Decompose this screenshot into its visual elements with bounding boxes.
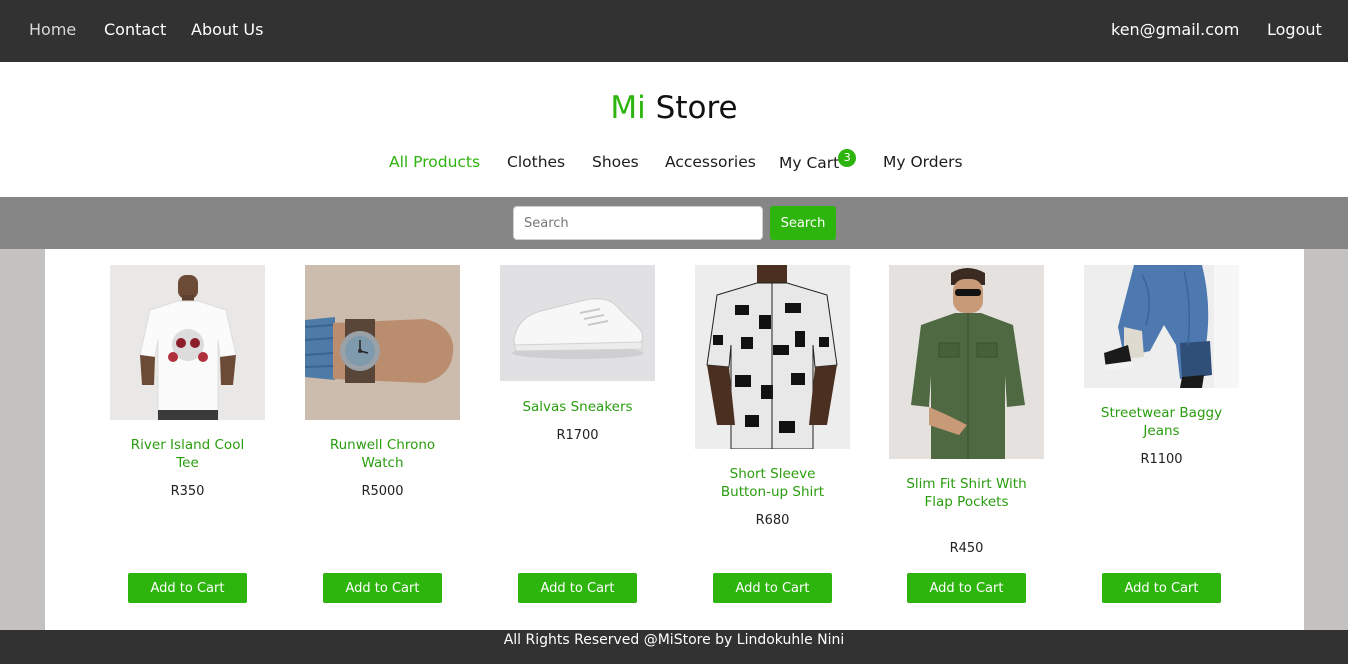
baggy-jeans-image[interactable] (1084, 265, 1239, 388)
category-all-products[interactable]: All Products (389, 153, 480, 171)
product-card: Short Sleeve Button-up Shirt R680 Add to… (695, 265, 850, 615)
nav-contact-link[interactable]: Contact (104, 20, 166, 39)
product-card: Salvas Sneakers R1700 Add to Cart (500, 265, 655, 615)
product-card: Runwell Chrono Watch R5000 Add to Cart (305, 265, 460, 615)
add-to-cart-button[interactable]: Add to Cart (713, 573, 832, 603)
store-logo[interactable]: Mi Store (0, 90, 1348, 126)
category-clothes[interactable]: Clothes (507, 153, 565, 171)
category-accessories[interactable]: Accessories (665, 153, 756, 171)
my-cart-label: My Cart (779, 154, 840, 172)
footer-text: All Rights Reserved @MiStore by Lindokuh… (503, 632, 845, 648)
product-name[interactable]: Slim Fit Shirt With Flap Pockets (899, 476, 1034, 511)
add-to-cart-button[interactable]: Add to Cart (323, 573, 442, 603)
product-price: R450 (949, 541, 984, 556)
product-name[interactable]: Short Sleeve Button-up Shirt (705, 466, 840, 501)
white-tshirt-image[interactable] (110, 265, 265, 420)
product-name[interactable]: Salvas Sneakers (510, 399, 645, 417)
my-cart-link[interactable]: My Cart 3 (779, 149, 857, 172)
green-shirt-image[interactable] (889, 265, 1044, 459)
product-card: Slim Fit Shirt With Flap Pockets R450 Ad… (889, 265, 1044, 615)
category-shoes[interactable]: Shoes (592, 153, 639, 171)
product-name[interactable]: Runwell Chrono Watch (315, 437, 450, 472)
product-price: R680 (755, 513, 790, 528)
nav-home-link[interactable]: Home (29, 20, 76, 39)
product-card: Streetwear Baggy Jeans R1100 Add to Cart (1084, 265, 1239, 615)
product-name[interactable]: River Island Cool Tee (120, 437, 255, 472)
add-to-cart-button[interactable]: Add to Cart (1102, 573, 1221, 603)
search-bar: Search (0, 197, 1348, 249)
logout-link[interactable]: Logout (1267, 20, 1322, 39)
white-sneaker-image[interactable] (500, 265, 655, 381)
cart-count-badge: 3 (838, 149, 857, 167)
add-to-cart-button[interactable]: Add to Cart (907, 573, 1026, 603)
top-navbar: Home Contact About Us ken@gmail.com Logo… (0, 0, 1348, 62)
add-to-cart-button[interactable]: Add to Cart (128, 573, 247, 603)
store-header: Mi Store All Products Clothes Shoes Acce… (0, 62, 1348, 197)
my-orders-link[interactable]: My Orders (883, 153, 963, 171)
search-button[interactable]: Search (770, 206, 836, 240)
product-name[interactable]: Streetwear Baggy Jeans (1094, 405, 1229, 440)
product-price: R5000 (361, 484, 404, 499)
product-card: River Island Cool Tee R350 Add to Cart (110, 265, 265, 615)
brand-accent-text: Mi (610, 90, 646, 126)
product-price: R350 (170, 484, 205, 499)
patterned-shirt-image[interactable] (695, 265, 850, 449)
nav-about-link[interactable]: About Us (191, 20, 263, 39)
product-price: R1100 (1140, 452, 1183, 467)
category-nav: All Products Clothes Shoes Accessories M… (0, 149, 1348, 175)
product-price: R1700 (556, 428, 599, 443)
user-email-link[interactable]: ken@gmail.com (1111, 20, 1239, 39)
footer: All Rights Reserved @MiStore by Lindokuh… (0, 630, 1348, 664)
product-grid: River Island Cool Tee R350 Add to Cart R… (45, 249, 1304, 630)
add-to-cart-button[interactable]: Add to Cart (518, 573, 637, 603)
brand-text: Store (655, 90, 738, 126)
search-input[interactable] (513, 206, 763, 240)
wrist-watch-image[interactable] (305, 265, 460, 420)
